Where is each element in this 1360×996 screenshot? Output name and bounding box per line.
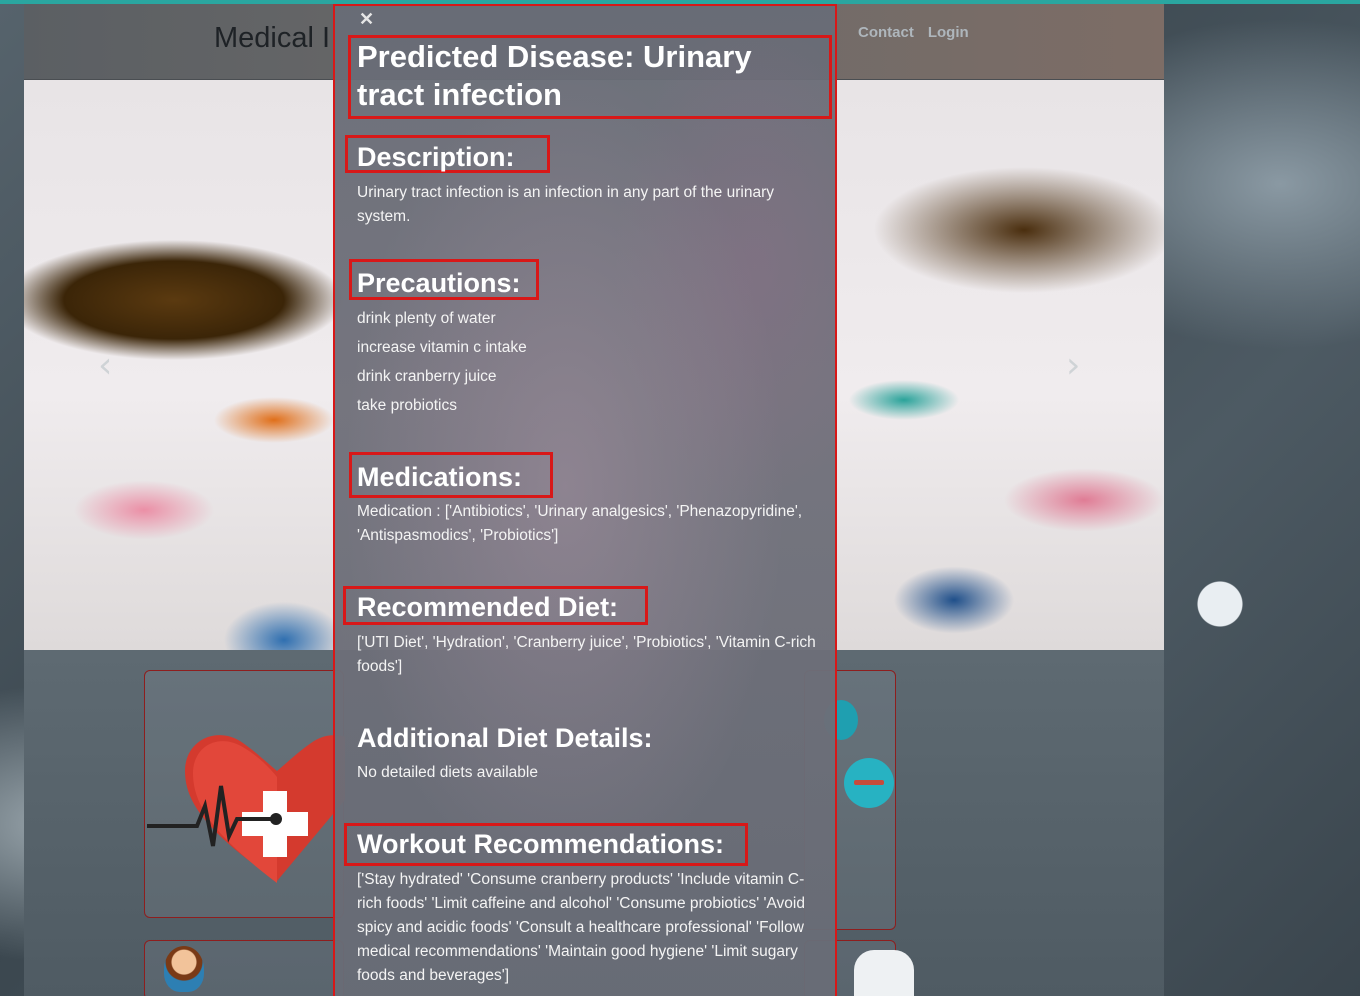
precaution-item: take probiotics bbox=[357, 397, 457, 414]
precaution-item: drink plenty of water bbox=[357, 310, 496, 327]
precaution-item: drink cranberry juice bbox=[357, 368, 497, 385]
workout-heading: Workout Recommendations: bbox=[357, 829, 725, 859]
diet-text: ['UTI Diet', 'Hydration', 'Cranberry jui… bbox=[357, 634, 816, 675]
chevron-right-icon[interactable]: › bbox=[1066, 348, 1080, 384]
precaution-item: increase vitamin c intake bbox=[357, 339, 527, 356]
additional-diet-text: No detailed diets available bbox=[357, 764, 538, 781]
diet-heading: Recommended Diet: bbox=[357, 592, 619, 622]
chevron-left-icon[interactable]: ‹ bbox=[98, 348, 112, 384]
medications-heading: Medications: bbox=[357, 462, 523, 492]
predicted-disease-title: Predicted Disease: Urinary tract infecti… bbox=[357, 39, 752, 112]
description-text: Urinary tract infection is an infection … bbox=[357, 184, 774, 225]
nav-link-login[interactable]: Login bbox=[928, 24, 969, 41]
medications-text: Medication : ['Antibiotics', 'Urinary an… bbox=[357, 503, 803, 544]
syringe-icon bbox=[844, 758, 894, 808]
additional-diet-heading: Additional Diet Details: bbox=[357, 723, 653, 753]
brand-title[interactable]: Medical I bbox=[214, 22, 330, 55]
precautions-heading: Precautions: bbox=[357, 268, 521, 298]
nav-links: Contact Login bbox=[858, 24, 969, 41]
heart-medical-icon bbox=[147, 735, 345, 883]
workout-text: ['Stay hydrated' 'Consume cranberry prod… bbox=[357, 871, 805, 984]
prediction-modal: ✕ Predicted Disease: Urinary tract infec… bbox=[333, 4, 837, 996]
nav-link-contact[interactable]: Contact bbox=[858, 24, 914, 41]
doctor-avatar-icon bbox=[164, 946, 204, 992]
description-heading: Description: bbox=[357, 142, 515, 172]
close-icon[interactable]: ✕ bbox=[359, 10, 375, 28]
decorative-shape bbox=[854, 950, 914, 996]
service-card[interactable] bbox=[144, 670, 345, 918]
